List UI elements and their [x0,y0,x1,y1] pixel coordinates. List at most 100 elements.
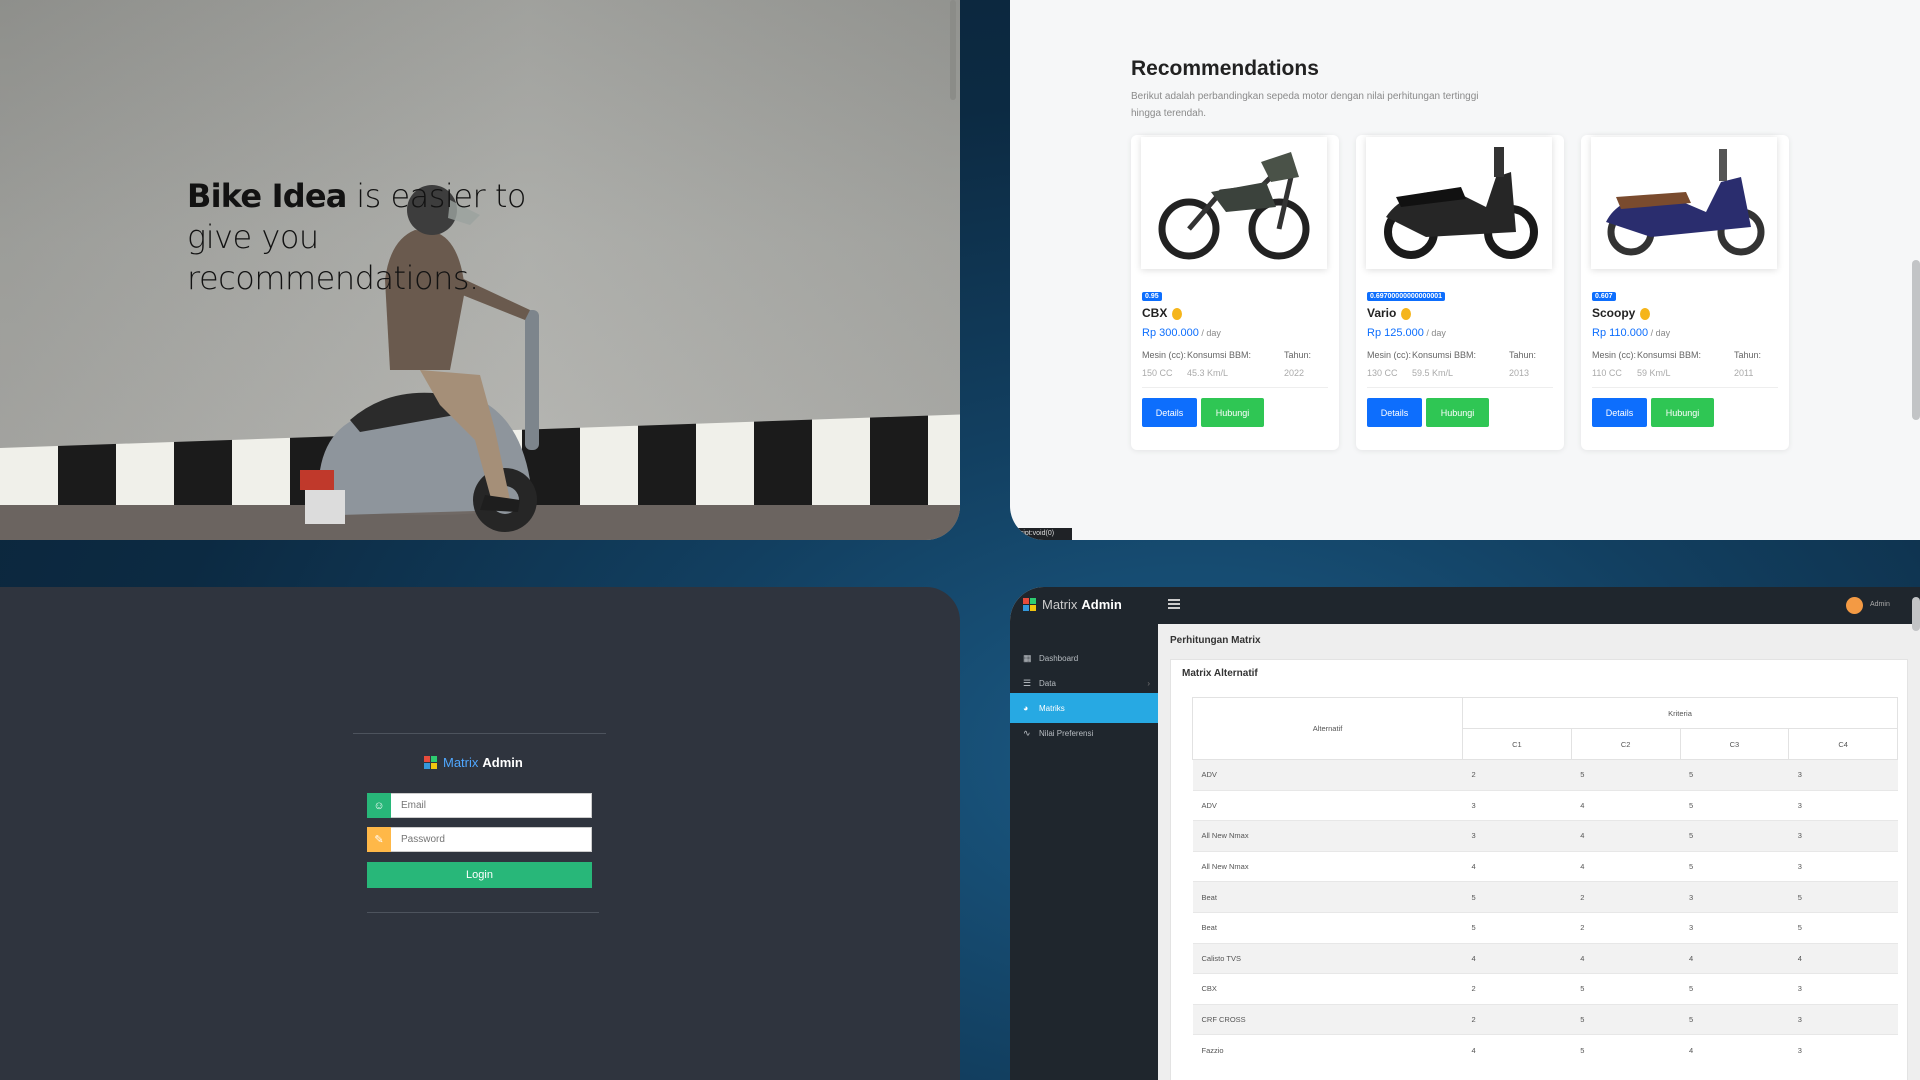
cell-alternatif: CBX [1192,973,1463,1005]
bike-name-text: CBX [1142,306,1168,320]
matrix-box: Matrix Alternatif Alternatif Kriteria C1… [1170,659,1908,1080]
password-field: ✎ [367,827,592,852]
price-value: Rp 110.000 [1592,327,1649,339]
cell-value: 2 [1462,1003,1572,1035]
cell-value: 4 [1571,820,1680,852]
header-criterion: C1 [1462,728,1572,760]
dashboard-icon: ▦ [1023,653,1032,663]
medal-icon [1172,307,1183,320]
score-badge: 0.69700000000000001 [1367,292,1446,301]
sidebar-item-label: Data [1039,678,1056,688]
bike-name: Scoopy [1592,306,1651,320]
spec-tahun: Tahun: 2013 [1509,346,1536,382]
cell-value: 5 [1571,759,1680,791]
bike-name-text: Vario [1367,306,1397,320]
bike-name: Vario [1367,306,1412,320]
medal-icon [1401,307,1412,320]
spec-label: Konsumsi BBM: [1637,350,1702,360]
cell-value: 4 [1571,850,1680,882]
price-unit: / day [1648,328,1671,338]
bike-card: 0.69700000000000001 Vario Rp 125.000 / d… [1356,135,1564,450]
email-field: ☺ [367,793,592,818]
spec-bbm: Konsumsi BBM: 59.5 Km/L [1412,346,1476,382]
cell-value: 5 [1788,911,1898,944]
logo-icon [424,756,437,769]
cell-value: 5 [1680,820,1789,852]
status-url: script:void(0) [1010,528,1072,540]
table-row: All New Nmax 4 4 5 3 [1192,850,1898,882]
cell-value: 3 [1788,759,1898,791]
password-input[interactable] [391,827,592,852]
header-alternatif: Alternatif [1192,697,1463,760]
spec-mesin: Mesin (cc): 130 CC [1367,346,1411,382]
cell-value: 4 [1462,942,1572,974]
sidebar-item-label: Nilai Preferensi [1039,728,1094,738]
table-row: Fazzio 4 5 4 3 [1192,1034,1898,1066]
cell-value: 2 [1462,973,1572,1005]
hubungi-button[interactable]: Hubungi [1426,398,1489,427]
chevron-right-icon: › [1147,678,1150,688]
admin-logo[interactable]: Matrix Admin [1023,597,1122,612]
cell-value: 2 [1571,911,1680,944]
bike-name-text: Scoopy [1592,306,1636,320]
login-logo: Matrix Admin [424,755,523,770]
cell-value: 3 [1680,881,1789,913]
table-row: Calisto TVS 4 4 4 4 [1192,942,1898,974]
score-badge: 0.607 [1592,292,1616,301]
spec-value: 2022 [1284,368,1305,378]
section-title: Recommendations [1131,57,1319,80]
scrollbar[interactable] [1912,597,1920,631]
cell-value: 4 [1788,942,1898,974]
user-name[interactable]: Admin [1870,601,1890,608]
spec-value: 2011 [1734,368,1754,378]
brand-name: Bike Idea [187,177,347,215]
price-value: Rp 125.000 [1367,327,1424,339]
hubungi-button[interactable]: Hubungi [1201,398,1264,427]
price-unit: / day [1198,328,1221,338]
cell-alternatif: Fazzio [1192,1034,1463,1066]
cell-value: 3 [1680,911,1789,944]
logo-text-bold: Admin [482,755,523,770]
spec-label: Mesin (cc): [1592,350,1637,360]
user-icon: ☺ [367,793,391,818]
page-title: Perhitungan Matrix [1170,635,1261,646]
bike-image [1141,137,1327,269]
cell-value: 4 [1462,1034,1572,1066]
cell-value: 3 [1788,850,1898,882]
table-row: CRF CROSS 2 5 5 3 [1192,1003,1898,1035]
details-button[interactable]: Details [1592,398,1647,427]
logo-text-light: Matrix [1042,597,1078,612]
cell-alternatif: All New Nmax [1192,820,1463,852]
hubungi-button[interactable]: Hubungi [1651,398,1714,427]
scrollbar[interactable] [1912,260,1920,420]
login-button[interactable]: Login [367,862,592,888]
spec-value: 45.3 Km/L [1187,368,1229,378]
table-row: Beat 5 2 3 5 [1192,881,1898,913]
cell-value: 5 [1680,759,1789,791]
spec-mesin: Mesin (cc): 110 CC [1592,346,1636,382]
hero-tagline: Bike Idea is easier to give you recommen… [187,176,527,299]
cell-value: 5 [1680,973,1789,1005]
divider [1367,387,1553,388]
box-title: Matrix Alternatif [1182,668,1258,679]
details-button[interactable]: Details [1367,398,1422,427]
spec-label: Mesin (cc): [1142,350,1187,360]
sidebar-item-nilai-preferensi[interactable]: ∿ Nilai Preferensi [1010,718,1158,748]
spec-value: 130 CC [1367,368,1398,378]
menu-toggle-icon[interactable] [1168,599,1180,609]
hero-panel: Bike Idea is easier to give you recommen… [0,0,960,540]
email-input[interactable] [391,793,592,818]
bike-card: 0.95 CBX Rp 300.000 / day Mesin (cc): 150… [1131,135,1339,450]
section-description: Berikut adalah perbandingkan sepeda moto… [1131,91,1479,119]
cell-value: 3 [1788,820,1898,852]
spec-label: Mesin (cc): [1367,350,1412,360]
cell-value: 2 [1462,759,1572,791]
cell-alternatif: ADV [1192,789,1463,821]
details-button[interactable]: Details [1142,398,1197,427]
scrollbar[interactable] [950,0,956,100]
cell-value: 5 [1571,1034,1680,1066]
divider [353,733,606,734]
spec-label: Tahun: [1734,350,1762,360]
cell-alternatif: CRF CROSS [1192,1003,1463,1035]
avatar[interactable] [1846,597,1863,614]
